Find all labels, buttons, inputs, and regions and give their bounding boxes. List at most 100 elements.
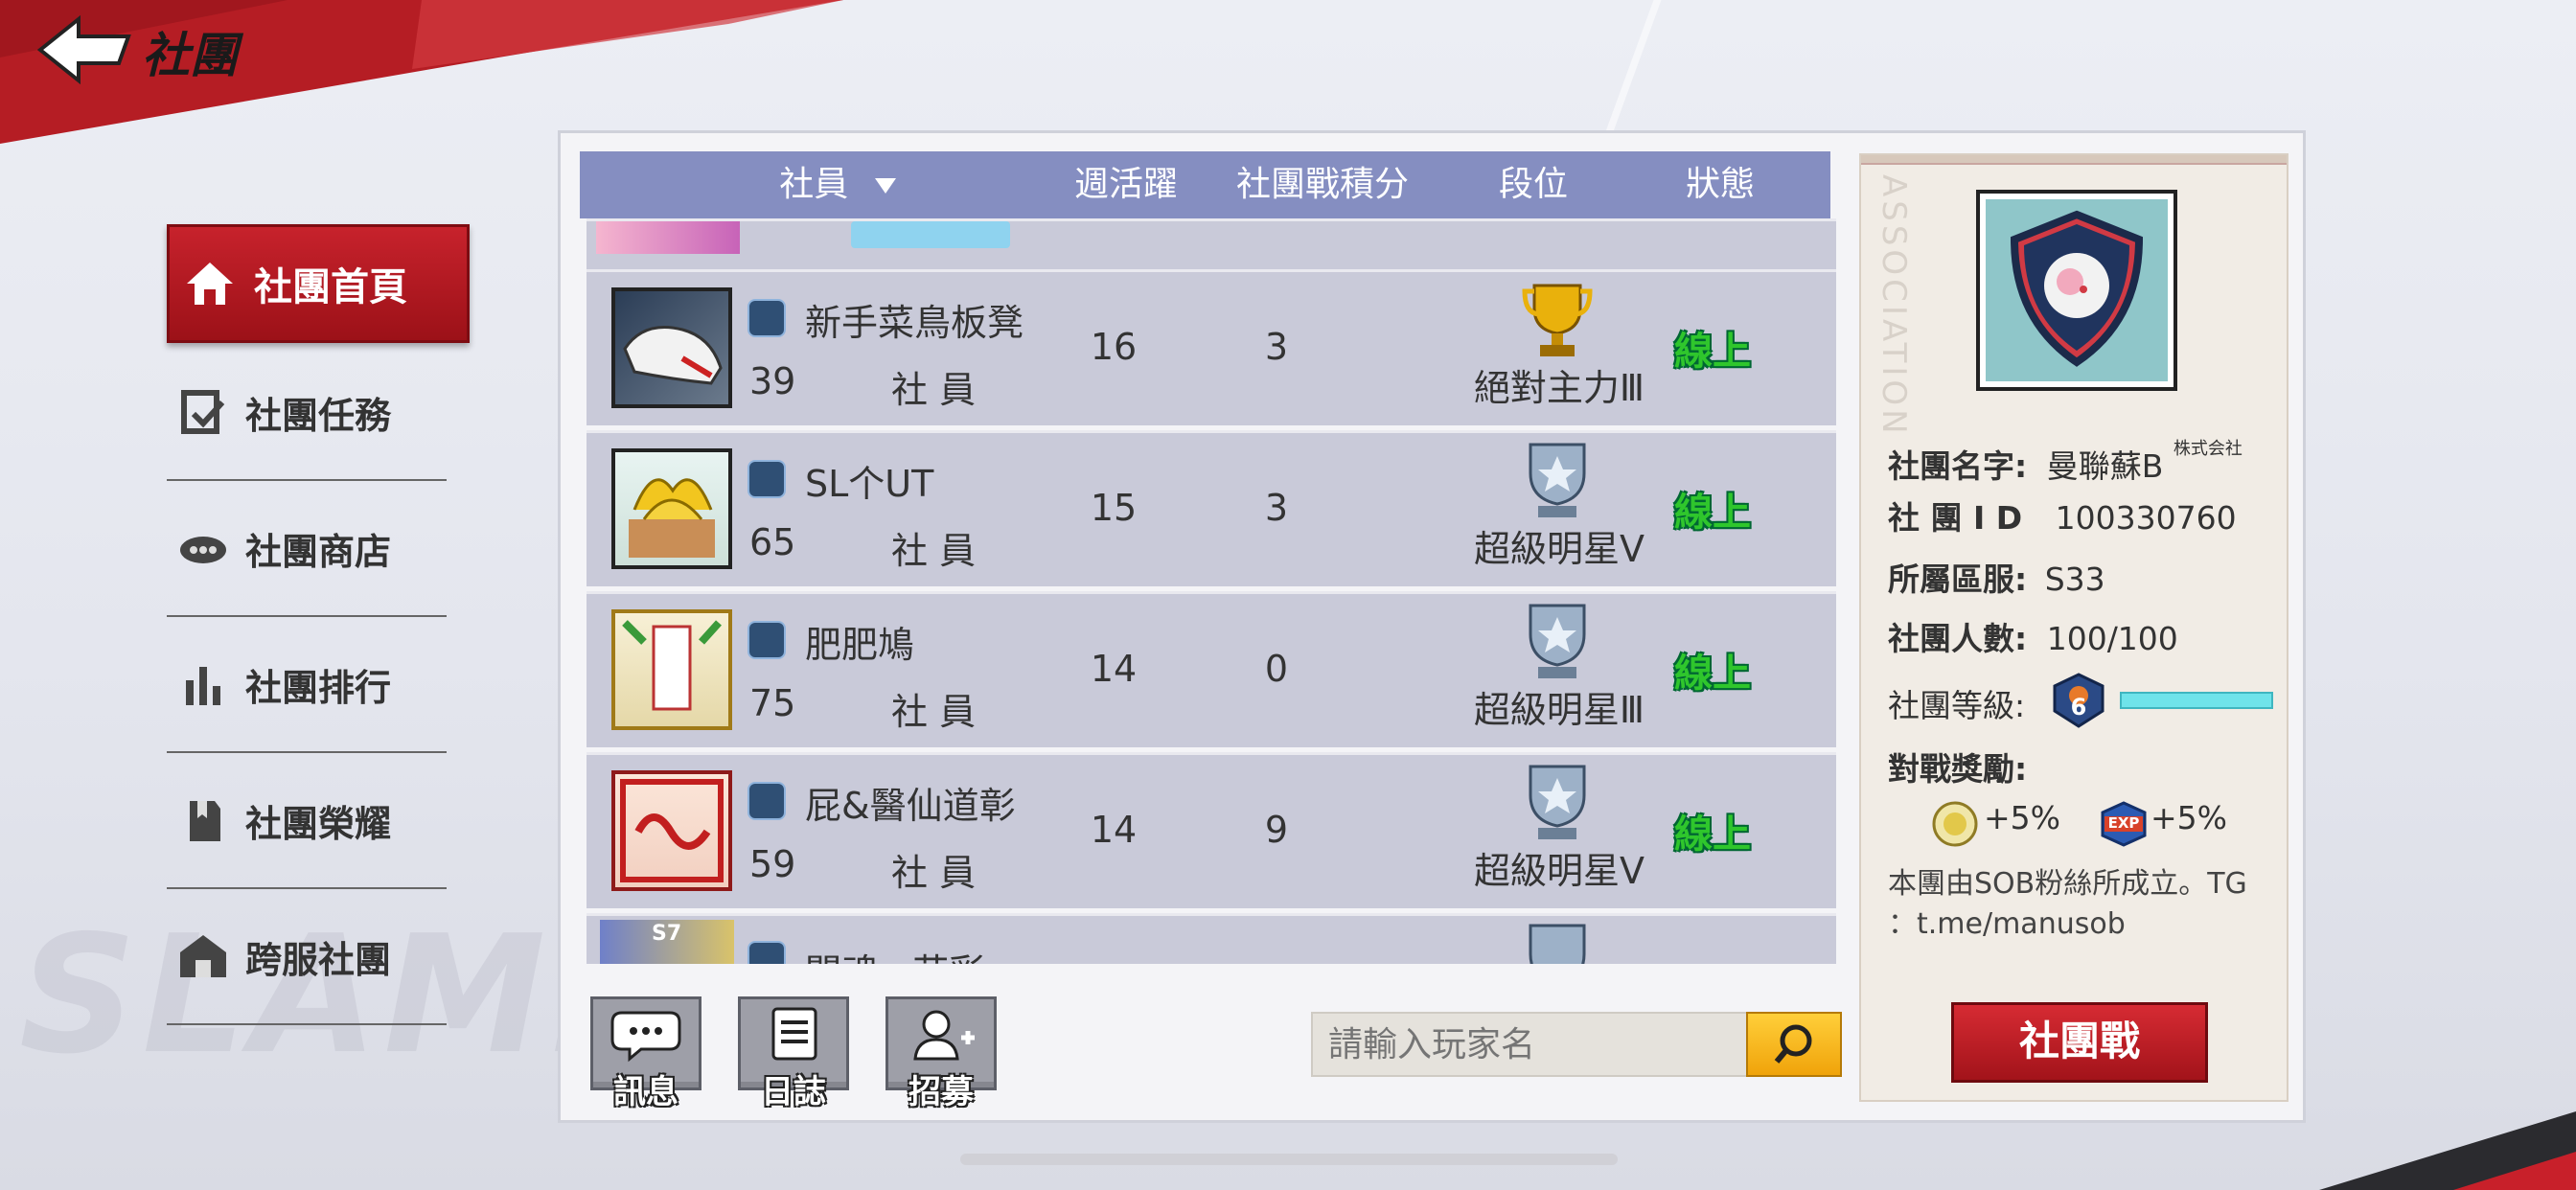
description-line-1: 本團由SOB粉絲所成立。TG <box>1888 867 2247 901</box>
shop-icon <box>180 537 226 563</box>
column-header-rank: 段位 <box>1498 165 1568 204</box>
club-id-row: 社 團 I D 100330760 <box>1888 492 2237 538</box>
message-button-label: 訊息 <box>613 1073 678 1111</box>
table-row-partial-top <box>586 218 1836 269</box>
ranking-chart-icon <box>186 667 220 705</box>
back-arrow-icon <box>36 14 131 85</box>
player-avatar[interactable] <box>611 448 732 569</box>
club-members-value: 100/100 <box>2046 620 2178 657</box>
role-badge-partial <box>851 221 1010 248</box>
bg-decoration <box>1604 0 1662 134</box>
table-row[interactable]: 新手菜鳥板凳 39 社 員 16 3 絕對主力Ⅲ 線上 <box>586 269 1836 425</box>
player-name: 肥肥鳩 <box>805 624 915 666</box>
club-level-label: 社團等級: <box>1888 687 2026 724</box>
player-level: 75 <box>749 682 796 724</box>
home-indicator[interactable] <box>960 1154 1618 1165</box>
exp-reward-icon: EXP <box>2099 801 2149 847</box>
player-level: 39 <box>749 360 796 402</box>
status-badge: 線上 <box>1674 491 1751 535</box>
status-badge: 線上 <box>1674 330 1751 374</box>
player-tag-icon <box>748 782 786 820</box>
sneaker-icon <box>623 326 723 385</box>
nav-item-label: 社團排行 <box>245 666 392 709</box>
club-level-badge: 6 <box>2051 673 2106 728</box>
silver-star-trophy-icon <box>1529 765 1586 839</box>
war-points-value: 3 <box>1264 326 1289 368</box>
table-row[interactable]: 肥肥鳩 75 社 員 14 0 超級明星Ⅲ 線上 <box>586 591 1836 747</box>
weekly-active-value: 16 <box>1090 326 1138 368</box>
battle-reward-label: 對戰獎勵: <box>1888 750 2028 788</box>
search-icon <box>1774 1024 1812 1064</box>
nav-item-club-shop[interactable]: 社團商店 <box>167 481 447 617</box>
chat-bubble-icon <box>610 1011 681 1063</box>
nav-item-label: 社團任務 <box>245 394 392 437</box>
player-avatar[interactable] <box>611 609 732 730</box>
banana-icon <box>629 478 715 558</box>
table-row-partial-bottom[interactable]: S7 闘魂 · 花彩 <box>586 913 1836 964</box>
player-tag-icon <box>748 941 786 964</box>
shield-emblem-icon <box>1986 199 2168 381</box>
war-points-value: 9 <box>1264 809 1289 851</box>
nav-item-club-tasks[interactable]: 社團任務 <box>167 345 447 481</box>
member-table-header: 社員 週活躍 社團戰積分 段位 狀態 <box>580 151 1830 218</box>
club-members-label: 社團人數: <box>1888 620 2028 657</box>
club-id-label: 社 團 I D <box>1888 499 2023 537</box>
cross-server-icon <box>180 935 226 977</box>
gold-trophy-icon <box>1522 284 1593 356</box>
club-name-suffix: 株式会社 <box>2173 439 2242 459</box>
weekly-active-value: 14 <box>1090 648 1138 690</box>
war-points-value: 3 <box>1264 487 1289 529</box>
association-watermark: ASSOCIATION <box>1874 174 1913 438</box>
player-role: 社 員 <box>891 530 977 572</box>
gold-reward-value: +5% <box>1984 799 2061 836</box>
club-name-label: 社團名字: <box>1888 447 2028 485</box>
sort-down-icon <box>874 178 896 194</box>
status-badge: 線上 <box>1674 652 1751 696</box>
player-tag-icon <box>748 299 786 337</box>
search-button[interactable] <box>1746 1012 1842 1077</box>
exp-reward-value: +5% <box>2150 799 2228 836</box>
add-user-icon <box>913 1010 975 1061</box>
club-id-value: 100330760 <box>2055 499 2237 537</box>
club-emblem <box>1976 190 2177 391</box>
nav-item-club-ranking[interactable]: 社團排行 <box>167 617 447 753</box>
nav-item-club-home[interactable]: 社團首頁 <box>167 224 470 343</box>
silver-star-trophy-icon <box>1529 443 1586 517</box>
column-header-member[interactable]: 社員 <box>733 151 944 218</box>
nav-item-cross-server-club[interactable]: 跨服社團 <box>167 889 447 1025</box>
avatar-frame-partial <box>596 221 740 254</box>
club-exp-bar <box>2120 692 2273 709</box>
info-panel-top-border <box>1861 155 2287 165</box>
player-search-input[interactable] <box>1311 1012 1748 1077</box>
column-header-status: 狀態 <box>1685 165 1755 204</box>
calligraphy-icon <box>620 779 724 882</box>
war-points-value: 0 <box>1264 648 1289 690</box>
player-role: 社 員 <box>891 691 977 733</box>
player-name: 新手菜鳥板凳 <box>805 302 1024 344</box>
weekly-active-value: 14 <box>1090 809 1138 851</box>
club-name-row: 社團名字: 曼聯蘇B 株式会社 <box>1888 439 2242 487</box>
player-name: SL个UT <box>805 463 934 505</box>
club-server-label: 所屬區服: <box>1888 561 2028 598</box>
page-title: 社團 <box>142 28 238 83</box>
player-avatar[interactable] <box>611 770 732 891</box>
club-server-row: 所屬區服: S33 <box>1888 554 2105 600</box>
nav-item-label: 社團首頁 <box>254 265 407 309</box>
club-war-button[interactable]: 社團戰 <box>1951 1002 2208 1083</box>
scroll-icon <box>622 620 722 711</box>
player-role: 社 員 <box>891 369 977 411</box>
table-row[interactable]: SL个UT 65 社 員 15 3 超級明星Ⅴ 線上 <box>586 430 1836 586</box>
club-server-value: S33 <box>2044 561 2105 598</box>
player-avatar-partial: S7 <box>600 920 734 964</box>
weekly-active-value: 15 <box>1090 487 1138 529</box>
description-line-2: ：t.me/manusob <box>1888 907 2126 941</box>
silver-star-trophy-icon <box>1529 924 1586 964</box>
nav-item-club-honor[interactable]: 社團榮耀 <box>167 753 447 889</box>
player-tag-icon <box>748 621 786 659</box>
task-icon <box>181 390 225 434</box>
player-avatar[interactable] <box>611 287 732 408</box>
back-button[interactable] <box>36 14 132 85</box>
player-name: 屁&醫仙道彰 <box>805 785 1016 827</box>
table-row[interactable]: 屁&醫仙道彰 59 社 員 14 9 超級明星Ⅴ 線上 <box>586 752 1836 908</box>
player-role: 社 員 <box>891 852 977 894</box>
